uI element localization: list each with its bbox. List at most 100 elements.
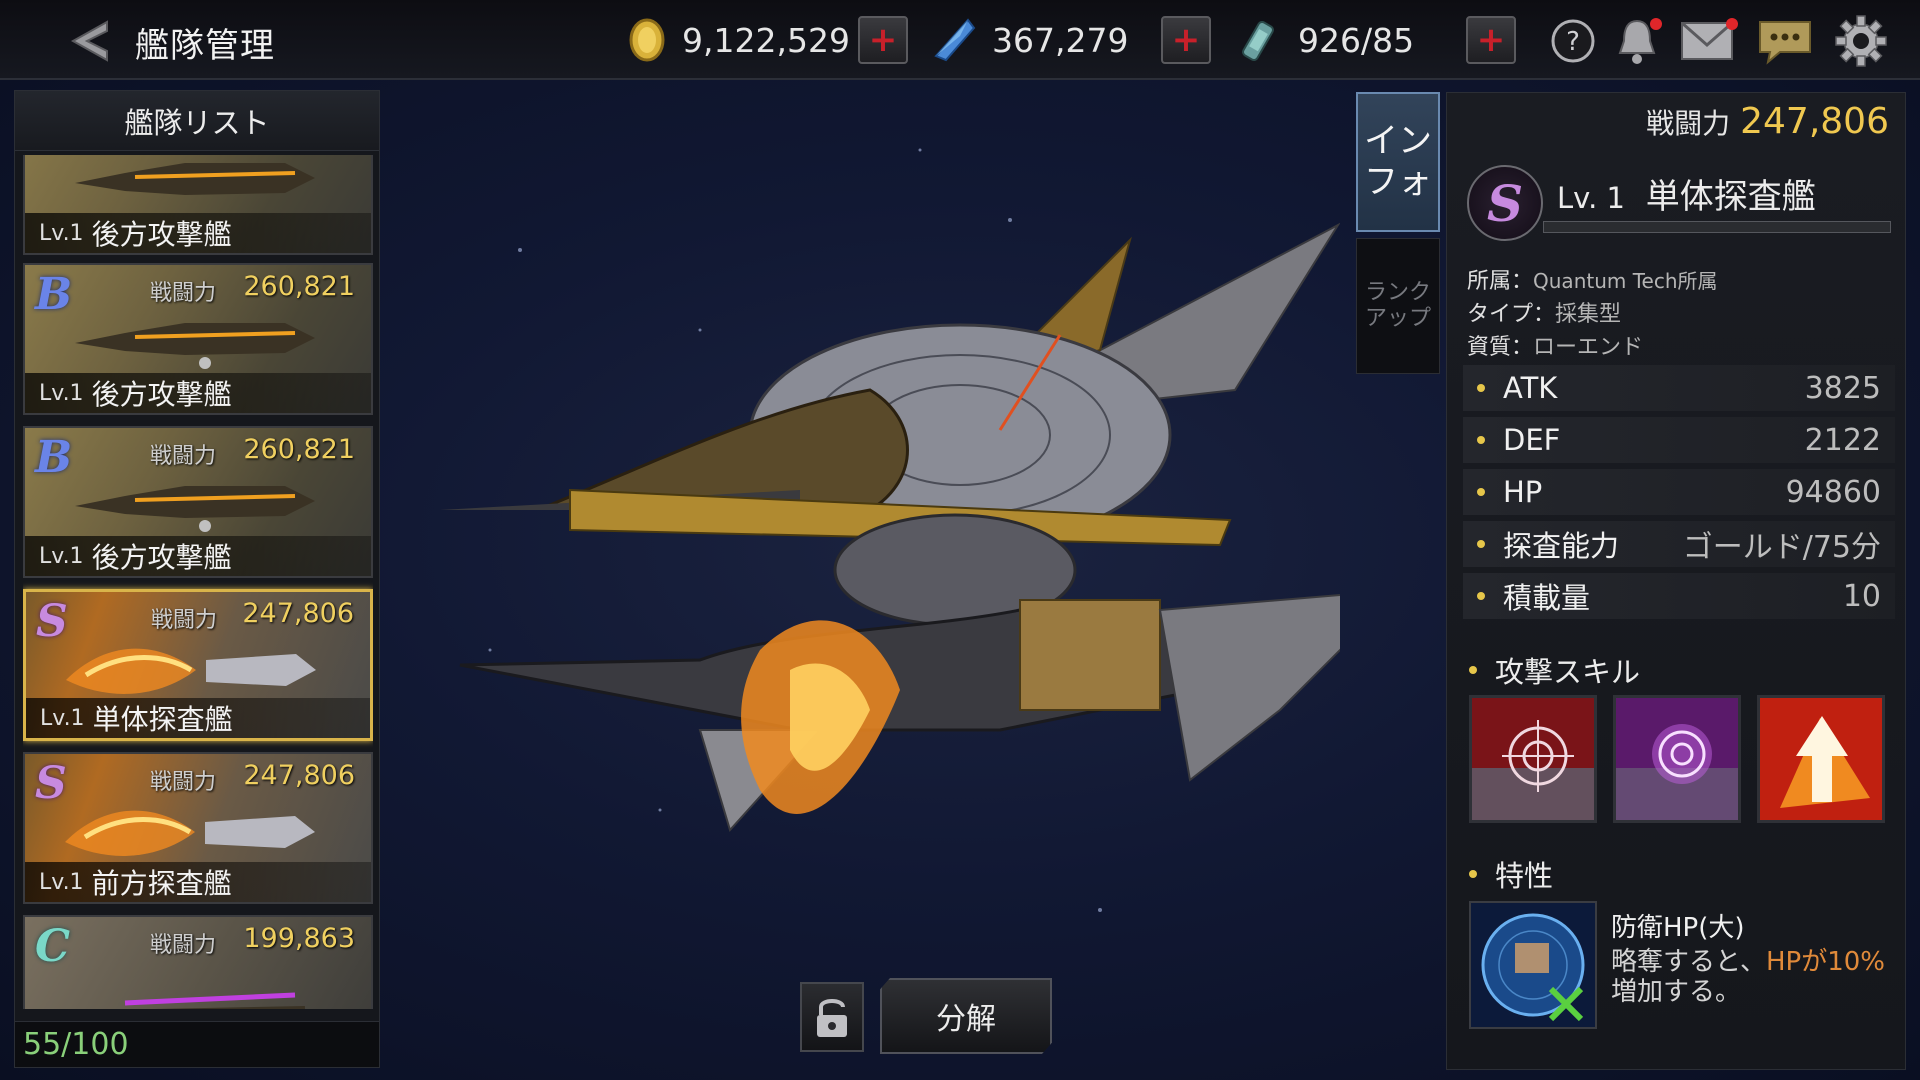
lock-button[interactable] (800, 982, 864, 1052)
fuel-counter: 926/85 (1236, 14, 1414, 66)
rank-badge: B (35, 155, 72, 160)
trait-text: 防衛HP(大) 略奪すると、HPが10% 増加する。 (1611, 901, 1891, 1029)
card-name-bar: Lv.1 前方探査艦 (25, 862, 371, 902)
card-level: Lv.1 (39, 220, 84, 246)
card-ship-name: 後方攻撃艦 (91, 541, 232, 574)
type-row: タイプ：採集型 (1467, 296, 1621, 328)
fleet-card-selected[interactable]: S 戦闘力 247,806 Lv.1 単体探査艦 (23, 589, 373, 741)
bullet-icon (1469, 870, 1477, 878)
tab-info[interactable]: イン フォ (1356, 92, 1440, 232)
affiliation-key: 所属： (1467, 269, 1534, 294)
card-power-value: 260,821 (243, 271, 355, 302)
ship-title: Lv. 1 単体探査艦 (1557, 169, 1816, 218)
ship-name: 単体探査艦 (1645, 177, 1816, 217)
fleet-card[interactable]: B 戦闘力 260,821 Lv.1 後方攻撃艦 (23, 426, 373, 578)
card-name-bar: Lv.1 後方攻撃艦 (25, 213, 371, 253)
crystal-value: 367,279 (992, 20, 1129, 60)
stat-value: 10 (1842, 578, 1881, 614)
card-power-value: 247,806 (242, 598, 354, 629)
type-key: タイプ： (1467, 302, 1556, 327)
chat-icon (1759, 21, 1811, 65)
card-power-label: 戦闘力 (150, 281, 217, 306)
fleet-card[interactable]: B 戦闘力 260,821 Lv.1 後方攻撃艦 (23, 263, 373, 415)
stat-name: 探査能力 (1503, 529, 1620, 563)
type-value: 採集型 (1555, 302, 1622, 327)
mail-button[interactable] (1678, 12, 1738, 70)
card-level: Lv.1 (39, 869, 84, 895)
tab-info-label: イン フォ (1364, 121, 1432, 202)
rank-emblem: S (1467, 165, 1543, 241)
burst-crosshair-icon (1616, 698, 1738, 820)
bullet-icon (1477, 540, 1485, 548)
ship-level: Lv. 1 (1557, 181, 1625, 215)
crystal-icon (934, 18, 976, 62)
trait-label: 特性 (1495, 859, 1554, 893)
affiliation-row: 所属：Quantum Tech所属 (1467, 263, 1718, 295)
stat-value: 3825 (1804, 370, 1881, 406)
back-button[interactable] (62, 16, 118, 66)
fleet-count: 55/100 (15, 1021, 379, 1067)
card-name-bar: Lv.1 後方攻撃艦 (25, 373, 371, 413)
stat-name: HP (1503, 475, 1543, 509)
fleet-list[interactable]: B Lv.1 後方攻撃艦 B 戦闘力 260,821 Lv.1 後方攻撃艦 (23, 155, 373, 1009)
rank-badge: S (36, 596, 68, 647)
trait-desc-suffix: 増加する。 (1611, 976, 1742, 1007)
card-power-label: 戦闘力 (150, 770, 217, 795)
mail-badge (1726, 18, 1738, 30)
trait-desc-highlight: HPが10% (1765, 947, 1885, 977)
skill-slot-3[interactable] (1757, 695, 1885, 823)
stat-row-exploration: 探査能力 ゴールド/75分 (1463, 521, 1895, 567)
combat-power-label: 戦闘力 (1646, 107, 1731, 140)
svg-text:?: ? (1566, 27, 1580, 57)
skill-slot-1[interactable] (1469, 695, 1597, 823)
target-crosshair-icon (1472, 698, 1594, 820)
fleet-card[interactable]: C 戦闘力 199,863 (23, 915, 373, 1009)
plus-icon: + (1476, 20, 1506, 60)
stat-row-hp: HP 94860 (1463, 469, 1895, 515)
attack-skills-label: 攻撃スキル (1495, 655, 1641, 689)
card-ship-name: 後方攻撃艦 (91, 218, 232, 251)
stat-value: 94860 (1785, 474, 1881, 510)
add-gold-button[interactable]: + (858, 16, 908, 64)
add-crystal-button[interactable]: + (1161, 16, 1211, 64)
help-button[interactable]: ? (1544, 12, 1602, 70)
card-power-label: 戦闘力 (150, 444, 217, 469)
stat-row-def: DEF 2122 (1463, 417, 1895, 463)
stat-row-capacity: 積載量 10 (1463, 573, 1895, 619)
quality-key: 資質： (1467, 335, 1534, 360)
trait-slot[interactable] (1469, 901, 1597, 1029)
fleet-list-header: 艦隊リスト (15, 91, 379, 151)
stat-value: 2122 (1804, 422, 1881, 458)
gold-coin-icon (629, 18, 665, 62)
rank-badge: B (35, 432, 73, 483)
airship-model (440, 148, 1403, 912)
tab-rankup[interactable]: ランク アップ (1356, 238, 1440, 374)
ship-info-panel: 戦闘力 247,806 S Lv. 1 単体探査艦 所属：Quantum Tec… (1446, 92, 1906, 1070)
fuel-value: 926/85 (1298, 20, 1415, 60)
bullet-icon (1477, 384, 1485, 392)
card-ship-name: 前方探査艦 (91, 867, 232, 900)
trait-description: 略奪すると、HPが10% 増加する。 (1611, 947, 1891, 1008)
bullet-icon (1477, 436, 1485, 444)
fleet-card[interactable]: S 戦闘力 247,806 Lv.1 前方探査艦 (23, 752, 373, 904)
attack-skills-title: 攻撃スキル (1469, 649, 1640, 691)
card-level: Lv.1 (39, 543, 84, 569)
settings-button[interactable] (1832, 12, 1890, 70)
fleet-card[interactable]: B Lv.1 後方攻撃艦 (23, 155, 373, 255)
rank-badge: S (35, 758, 67, 809)
back-arrow-icon (70, 20, 108, 62)
tab-rankup-label: ランク アップ (1364, 279, 1431, 331)
page-title: 艦隊管理 (135, 26, 275, 66)
exp-bar (1543, 221, 1891, 233)
skill-slot-2[interactable] (1613, 695, 1741, 823)
add-fuel-button[interactable]: + (1466, 16, 1516, 64)
rank-badge: B (35, 269, 73, 320)
plus-icon: + (868, 20, 898, 60)
affiliation-value: Quantum Tech所属 (1533, 269, 1718, 293)
trait-desc-prefix: 略奪すると、 (1611, 947, 1766, 977)
dismantle-button[interactable]: 分解 (880, 978, 1052, 1054)
ship-3d-view[interactable] (400, 90, 1403, 990)
stat-name: ATK (1503, 371, 1558, 405)
chat-button[interactable] (1756, 12, 1814, 70)
notification-button[interactable] (1608, 12, 1666, 70)
